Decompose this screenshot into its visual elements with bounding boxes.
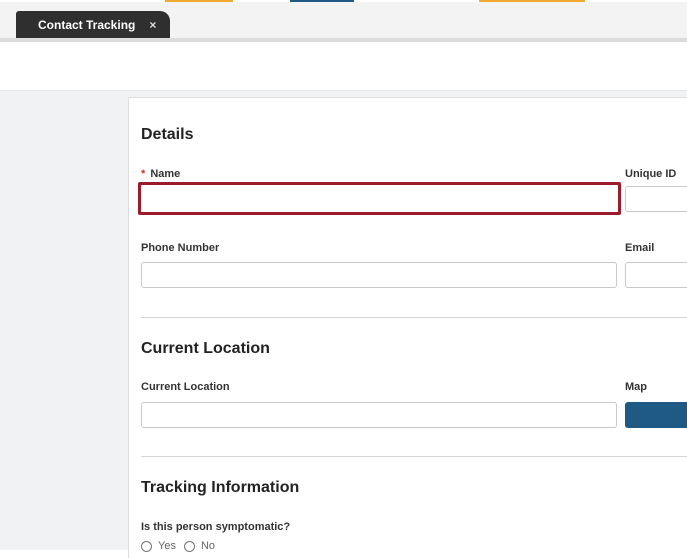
name-field[interactable] — [138, 182, 621, 215]
tab-bar: Contact Tracking × — [0, 2, 687, 42]
section-divider — [141, 456, 687, 457]
email-field[interactable] — [625, 262, 687, 288]
phone-number-label: Phone Number — [141, 242, 220, 254]
content-area: Details * Name Unique ID Phone Number Em… — [0, 91, 687, 558]
section-title-details: Details — [141, 126, 194, 143]
current-location-field[interactable] — [141, 402, 617, 428]
phone-number-field[interactable] — [141, 262, 617, 288]
radio-yes-label: Yes — [158, 540, 176, 552]
symptomatic-question-label: Is this person symptomatic? — [141, 521, 291, 533]
section-divider — [141, 317, 687, 318]
section-title-tracking-information: Tracking Information — [141, 479, 300, 496]
form-card: Details * Name Unique ID Phone Number Em… — [128, 97, 687, 558]
toolbar — [0, 42, 687, 91]
unique-id-field[interactable] — [625, 186, 687, 212]
map-label: Map — [625, 381, 647, 393]
close-icon[interactable]: × — [149, 18, 156, 32]
radio-no-label: No — [200, 540, 216, 552]
symptomatic-radio-group: Yes No — [141, 540, 223, 552]
section-title-current-location: Current Location — [141, 340, 270, 357]
name-label: * Name — [141, 168, 181, 180]
required-marker: * — [141, 168, 146, 180]
map-button[interactable] — [625, 402, 687, 428]
tab-contact-tracking[interactable]: Contact Tracking × — [16, 11, 170, 38]
unique-id-label: Unique ID — [625, 168, 677, 180]
email-label: Email — [625, 242, 655, 254]
tab-label: Contact Tracking — [38, 17, 136, 32]
current-location-label: Current Location — [141, 381, 230, 393]
